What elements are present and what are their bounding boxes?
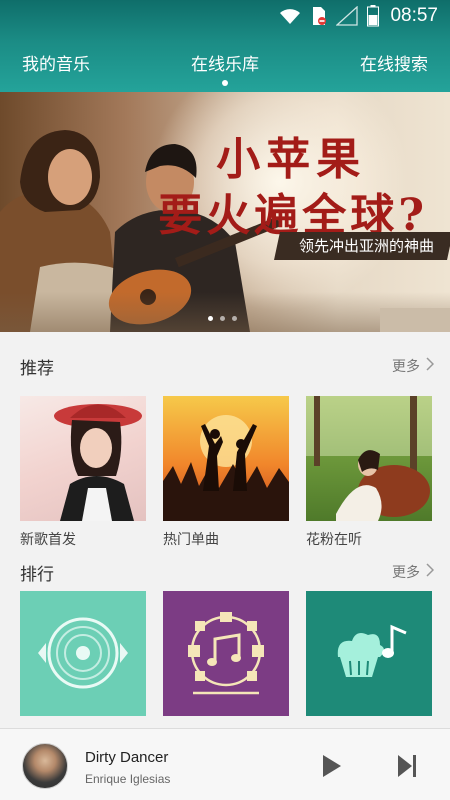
battery-icon: [367, 5, 380, 27]
ranking-tiles: [20, 591, 432, 728]
banner-building: [380, 308, 450, 332]
song-title: Dirty Dancer: [85, 749, 169, 766]
more-link[interactable]: 更多: [392, 356, 435, 376]
play-button[interactable]: [320, 753, 344, 783]
pager-dot: [220, 316, 225, 321]
tab-online-library[interactable]: 在线乐库: [191, 50, 259, 86]
more-label: 更多: [392, 565, 420, 581]
album-art-image: [163, 396, 289, 521]
tile-caption: 热门单曲: [163, 532, 219, 548]
more-label: 更多: [392, 359, 420, 375]
section-title: 推荐: [20, 358, 54, 379]
ranking-art: [306, 591, 432, 716]
more-link[interactable]: 更多: [392, 562, 435, 582]
section-title: 排行: [20, 564, 54, 585]
recommend-section: 推荐 更多 新歌首发 热门单曲 花粉在听: [0, 354, 450, 548]
active-tab-indicator: [222, 79, 228, 86]
banner-title: 小苹果 要火遍全球?: [146, 132, 428, 244]
top-nav: 我的音乐 在线乐库 在线搜索: [0, 32, 450, 92]
disc-icon: [38, 617, 128, 689]
ranking-art: [20, 591, 146, 716]
section-header: 推荐 更多: [20, 354, 435, 379]
chevron-right-icon: [426, 563, 435, 581]
next-track-button[interactable]: [396, 753, 418, 783]
tab-label: 在线乐库: [191, 54, 259, 75]
skip-next-icon: [398, 755, 416, 777]
banner-subtitle: 领先冲出亚洲的神曲: [274, 232, 450, 260]
tab-my-music[interactable]: 我的音乐: [22, 50, 90, 75]
tile-ranking-3[interactable]: [306, 591, 432, 728]
signal-icon: [336, 6, 359, 26]
tile-ranking-2[interactable]: [163, 591, 289, 728]
tab-label: 我的音乐: [22, 54, 90, 75]
ranking-section: 排行 更多: [0, 560, 450, 728]
artist-name: Enrique Iglesias: [85, 772, 171, 786]
tile-caption: 花粉在听: [306, 532, 362, 548]
pager-dot: [232, 316, 237, 321]
album-art-image: [20, 396, 146, 521]
tile-caption: 新歌首发: [20, 532, 76, 548]
mini-player[interactable]: Dirty Dancer Enrique Iglesias: [0, 728, 450, 800]
tile-new-songs[interactable]: 新歌首发: [20, 396, 146, 549]
chevron-right-icon: [426, 357, 435, 375]
play-icon: [323, 755, 341, 777]
status-time: 08:57: [390, 5, 438, 26]
tab-online-search[interactable]: 在线搜索: [360, 50, 428, 75]
tab-label: 在线搜索: [360, 54, 428, 75]
tile-ranking-1[interactable]: [20, 591, 146, 728]
wifi-icon: [278, 7, 302, 25]
album-art-image: [306, 396, 432, 521]
artist-avatar[interactable]: [22, 743, 68, 789]
music-notes-icon: [188, 612, 264, 695]
banner-subtitle-text: 领先冲出亚洲的神曲: [298, 237, 434, 255]
tile-hot-singles[interactable]: 热门单曲: [163, 396, 289, 549]
ranking-art: [163, 591, 289, 716]
banner-pager: [208, 316, 237, 321]
banner-title-line1: 小苹果: [216, 134, 367, 185]
pager-dot: [208, 316, 213, 321]
cupcake-note-icon: [337, 624, 407, 677]
status-bar: 08:57: [0, 0, 450, 32]
tile-fans-listening[interactable]: 花粉在听: [306, 396, 432, 549]
sim-card-icon: [311, 6, 327, 26]
section-header: 排行 更多: [20, 560, 435, 585]
recommend-tiles: 新歌首发 热门单曲 花粉在听: [20, 396, 432, 549]
top-bar: 08:57 我的音乐 在线乐库 在线搜索: [0, 0, 450, 92]
promo-banner[interactable]: 小苹果 要火遍全球? 领先冲出亚洲的神曲: [0, 92, 450, 332]
